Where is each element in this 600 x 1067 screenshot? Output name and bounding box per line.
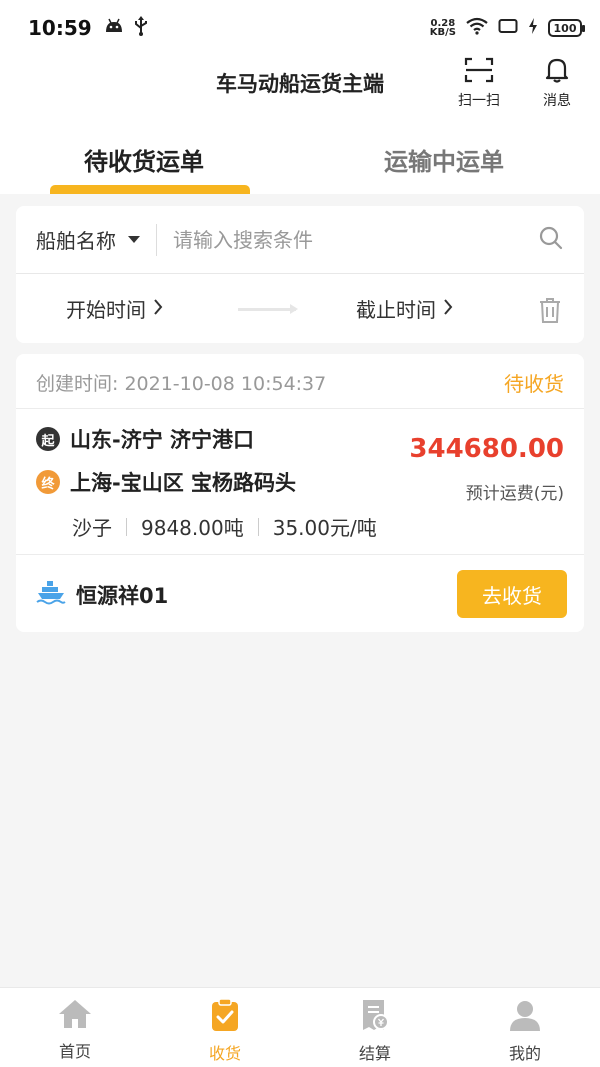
tab-indicator — [50, 185, 250, 194]
order-tabs: 待收货运单 运输中运单 — [0, 122, 600, 194]
origin-location: 山东-济宁 济宁港口 — [70, 428, 255, 452]
nav-label-settlement: 结算 — [358, 1044, 391, 1063]
trash-icon[interactable] — [538, 296, 562, 329]
order-header: 创建时间: 2021-10-08 10:54:37 待收货 — [16, 354, 584, 409]
user-icon — [508, 998, 542, 1036]
scan-label: 扫一扫 — [458, 93, 500, 109]
order-card[interactable]: 创建时间: 2021-10-08 10:54:37 待收货 起 山东-济宁 济宁… — [16, 354, 584, 632]
end-time-label: 截止时间 — [356, 298, 436, 322]
estimated-freight-label: 预计运费(元) — [465, 484, 564, 504]
screen-rect-icon — [498, 18, 518, 38]
search-row: 船舶名称 — [16, 206, 584, 274]
destination-location: 上海-宝山区 宝杨路码头 — [70, 471, 297, 495]
charging-icon — [528, 18, 538, 38]
search-icon[interactable] — [538, 225, 564, 255]
ship-name: 恒源祥01 — [76, 583, 169, 608]
cargo-info: 沙子 9848.00吨 35.00元/吨 — [72, 512, 377, 541]
status-badge: 待收货 — [504, 372, 564, 396]
tab-in-transit[interactable]: 运输中运单 — [384, 142, 504, 177]
start-time-picker[interactable]: 开始时间 — [66, 294, 164, 323]
clock: 10:59 — [28, 16, 92, 40]
start-time-label: 开始时间 — [66, 298, 146, 322]
bottom-nav: 首页 收货 结算 我的 — [0, 987, 600, 1067]
nav-item-settlement[interactable]: 结算 — [300, 988, 450, 1067]
ship-info: 恒源祥01 — [36, 579, 168, 610]
destination-badge: 终 — [36, 470, 60, 494]
scan-button[interactable]: 扫一扫 — [458, 56, 500, 110]
message-button[interactable]: 消息 — [543, 56, 571, 110]
android-icon — [104, 18, 124, 38]
origin-badge: 起 — [36, 427, 60, 451]
divider — [126, 517, 127, 536]
origin-row: 起 山东-济宁 济宁港口 — [36, 424, 254, 454]
battery-icon: 100 — [548, 19, 585, 37]
clipboard-check-icon — [209, 998, 241, 1036]
bill-icon — [360, 998, 390, 1036]
created-time: 创建时间: 2021-10-08 10:54:37 — [36, 373, 327, 395]
home-icon — [57, 998, 93, 1034]
end-time-picker[interactable]: 截止时间 — [356, 294, 454, 323]
usb-icon — [134, 16, 148, 40]
bell-icon — [543, 56, 571, 88]
date-range-arrow — [238, 304, 298, 314]
search-card: 船舶名称 开始时间 截止时间 — [16, 206, 584, 343]
search-input[interactable] — [173, 227, 538, 252]
cargo-rate: 35.00元/吨 — [272, 516, 377, 540]
date-range-row: 开始时间 截止时间 — [16, 274, 584, 343]
ship-icon — [36, 579, 66, 610]
scan-icon — [464, 56, 494, 88]
ship-select-label: 船舶名称 — [36, 229, 116, 253]
cargo-type: 沙子 — [72, 516, 112, 540]
speed-unit: KB/S — [429, 27, 456, 38]
caret-down-icon — [128, 236, 140, 243]
estimated-freight-amount: 344680.00 — [409, 434, 564, 464]
status-bar: 10:59 0.28 KB/S 100 — [0, 0, 600, 56]
divider — [257, 517, 259, 536]
nav-item-mine[interactable]: 我的 — [450, 988, 600, 1067]
nav-label-mine: 我的 — [508, 1044, 541, 1063]
tab-pending-receipt[interactable]: 待收货运单 — [84, 142, 204, 177]
message-label: 消息 — [543, 93, 571, 109]
app-header: 车马动船运货主端 扫一扫 消息 — [0, 56, 600, 122]
divider — [156, 223, 157, 256]
nav-item-home[interactable]: 首页 — [0, 988, 150, 1067]
wifi-icon — [466, 17, 488, 39]
order-footer: 恒源祥01 去收货 — [16, 554, 584, 632]
destination-row: 终 上海-宝山区 宝杨路码头 — [36, 467, 296, 497]
page-title: 车马动船运货主端 — [216, 72, 384, 96]
chevron-right-icon — [152, 297, 164, 321]
receive-goods-button[interactable]: 去收货 — [457, 570, 567, 618]
ship-name-select[interactable]: 船舶名称 — [36, 225, 140, 254]
nav-item-receive[interactable]: 收货 — [150, 988, 300, 1067]
chevron-right-icon — [442, 297, 454, 321]
nav-label-receive: 收货 — [208, 1044, 241, 1063]
network-speed: 0.28 KB/S — [429, 19, 456, 38]
cargo-weight: 9848.00吨 — [141, 516, 244, 540]
nav-label-home: 首页 — [58, 1042, 91, 1061]
